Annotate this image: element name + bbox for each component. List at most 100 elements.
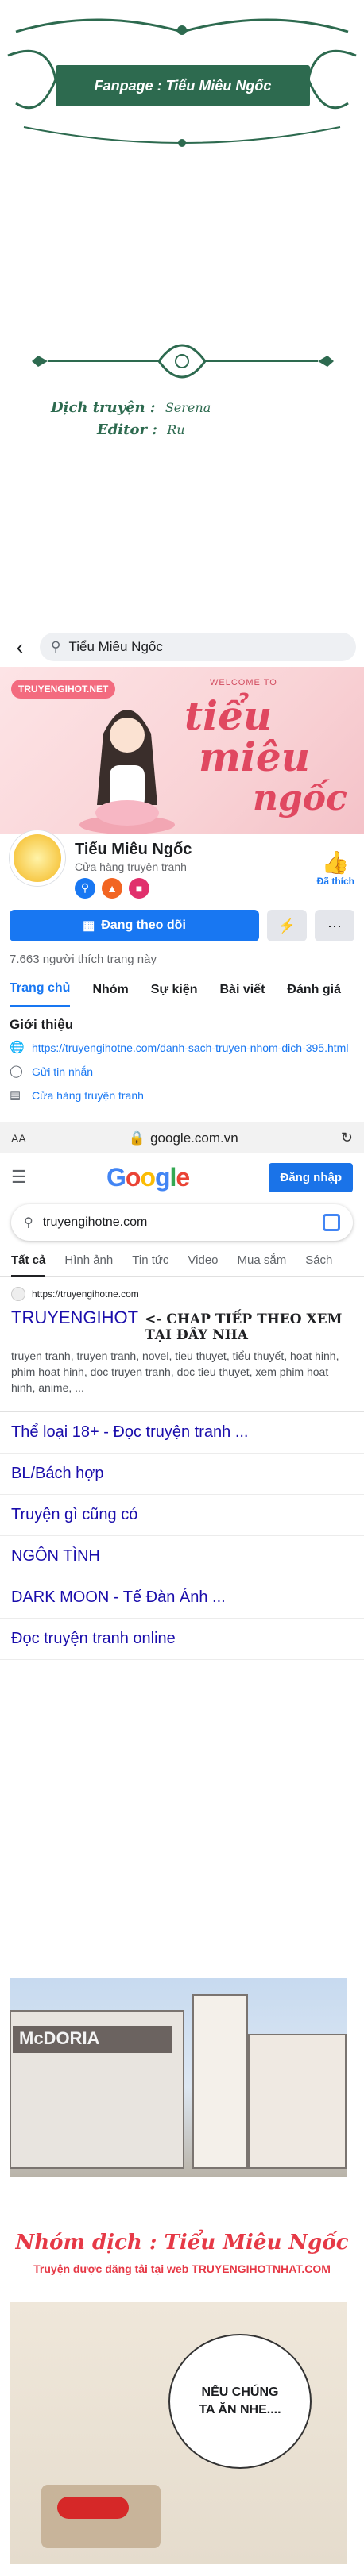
search-badge-icon[interactable]: ⚲: [75, 877, 95, 899]
tab-events[interactable]: Sự kiện: [151, 972, 198, 1007]
editor-signature: Ru: [167, 422, 185, 437]
group-title: Nhóm dịch : Tiểu Miêu Ngốc: [15, 2231, 349, 2254]
result-url: https://truyengihotne.com: [32, 1288, 139, 1300]
store-sign: McDORIA: [13, 2026, 172, 2053]
shop-icon: ▤: [10, 1088, 21, 1102]
fanpage-title: Fanpage : Tiểu Miêu Ngốc: [94, 77, 272, 94]
translator-label: Dịch truyện :: [51, 399, 156, 416]
sitelink[interactable]: Thể loại 18+ - Đọc truyện tranh ...: [0, 1412, 364, 1454]
url-display[interactable]: 🔒 google.com.vn: [129, 1130, 238, 1146]
result-title[interactable]: TRUYENGIHOT: [11, 1307, 138, 1328]
speech-bubble: NẾU CHÚNG TA ĂN NHE....: [168, 2334, 312, 2469]
building: [192, 1994, 248, 2169]
cover-title-2: miêu: [199, 734, 311, 780]
sitelink[interactable]: Truyện gì cũng có: [0, 1495, 364, 1536]
group-subtitle: Truyện được đăng tải tại web TRUYENGIHOT…: [33, 2262, 331, 2275]
facebook-page-screenshot: ‹ ⚲ Tiểu Miêu Ngốc TRUYENGIHOT.NET WELCO…: [0, 627, 364, 1660]
more-icon: ···: [327, 917, 342, 934]
intro-message-row[interactable]: ◯ Gửi tin nhắn: [10, 1065, 354, 1079]
result-snippet: truyen tranh, truyen tranh, novel, tieu …: [11, 1350, 339, 1394]
login-button[interactable]: Đăng nhập: [269, 1162, 353, 1192]
search-icon: ⚲: [24, 1216, 33, 1230]
intro-section: Giới thiệu 🌐 https://truyengihotne.com/d…: [0, 1007, 364, 1122]
tab-groups[interactable]: Nhóm: [92, 972, 128, 1007]
tab-shopping[interactable]: Mua sắm: [238, 1253, 287, 1276]
tab-videos[interactable]: Video: [188, 1253, 218, 1276]
intro-message-link[interactable]: Gửi tin nhắn: [32, 1065, 93, 1079]
sitelink[interactable]: BL/Bách hợp: [0, 1454, 364, 1495]
text-size-button[interactable]: AA: [11, 1132, 26, 1145]
cover-photo: TRUYENGIHOT.NET WELCOME TO tiểu miêu ngố…: [0, 667, 364, 834]
fanpage-banner: Fanpage : Tiểu Miêu Ngốc: [56, 65, 310, 106]
sitelinks: Thể loại 18+ - Đọc truyện tranh ... BL/B…: [0, 1411, 364, 1660]
search-icon: ⚲: [51, 639, 61, 654]
tab-reviews[interactable]: Đánh giá: [287, 972, 341, 1007]
tab-images[interactable]: Hình ảnh: [64, 1253, 113, 1276]
fb-tabs: Trang chủ Nhóm Sự kiện Bài viết Đánh giá: [0, 972, 364, 1007]
url-text: google.com.vn: [150, 1130, 238, 1146]
editor-label: Editor :: [97, 422, 157, 438]
credits: Dịch truyện : Serena Editor : Ru: [51, 397, 258, 441]
back-arrow-icon[interactable]: ‹: [8, 635, 32, 660]
intro-category-row[interactable]: ▤ Cửa hàng truyện tranh: [10, 1088, 354, 1103]
tab-all[interactable]: Tất cả: [11, 1253, 46, 1277]
result-title-row[interactable]: TRUYENGIHOT <- CHAP TIẾP THEO XEM TẠI ĐÂ…: [11, 1307, 353, 1343]
food-package: [57, 2497, 129, 2519]
fb-search-box[interactable]: ⚲ Tiểu Miêu Ngốc: [40, 633, 356, 661]
lock-icon: 🔒: [128, 1130, 146, 1146]
avatar[interactable]: [10, 830, 65, 886]
translator-credit: Dịch truyện : Serena: [51, 397, 258, 419]
cover-title-3: ngốc: [253, 778, 347, 818]
manga-panel-dialogue: NẾU CHÚNG TA ĂN NHE....: [10, 2302, 347, 2564]
cover-title-1: tiểu: [184, 692, 273, 739]
favicon-icon: [11, 1287, 25, 1301]
translator-signature: Serena: [165, 400, 211, 415]
following-icon: ▦: [83, 919, 95, 933]
manga-panel-storefront: McDORIA: [10, 1978, 347, 2177]
page-category: Cửa hàng truyện tranh: [75, 860, 187, 873]
reload-icon[interactable]: ↻: [341, 1130, 353, 1146]
google-logo: Google: [106, 1162, 190, 1192]
building: [248, 2034, 347, 2169]
sitelink[interactable]: DARK MOON - Tế Đàn Ánh ...: [0, 1577, 364, 1619]
sitelink[interactable]: Đọc truyện tranh online: [0, 1619, 364, 1660]
google-query: truyengihotne.com: [42, 1215, 148, 1229]
speech-text: NẾU CHÚNG TA ĂN NHE....: [199, 2385, 281, 2416]
tab-home[interactable]: Trang chủ: [10, 972, 71, 1007]
page-badges: ⚲ ▲ ■: [75, 877, 192, 899]
intro-category-link[interactable]: Cửa hàng truyện tranh: [32, 1088, 144, 1103]
search-result: https://truyengihotne.com TRUYENGIHOT <-…: [0, 1277, 364, 1405]
liked-button[interactable]: 👍 Đã thích: [317, 849, 354, 887]
sitelink[interactable]: NGÔN TÌNH: [0, 1536, 364, 1577]
messenger-button[interactable]: ⚡: [267, 910, 307, 941]
likes-count: 7.663 người thích trang này: [10, 953, 157, 966]
google-lens-icon[interactable]: [323, 1214, 340, 1231]
editor-credit: Editor : Ru: [51, 419, 258, 441]
gift-badge-icon[interactable]: ■: [129, 877, 149, 899]
google-header: ☰ Google Đăng nhập: [0, 1153, 364, 1201]
fb-search-query: Tiểu Miêu Ngốc: [68, 639, 163, 654]
tab-news[interactable]: Tin tức: [132, 1253, 168, 1276]
globe-icon: 🌐: [10, 1041, 25, 1054]
intro-website-row[interactable]: 🌐 https://truyengihotne.com/danh-sach-tr…: [10, 1041, 354, 1055]
cover-illustration: [79, 710, 175, 834]
following-button[interactable]: ▦ Đang theo dõi: [10, 910, 259, 941]
hamburger-menu-icon[interactable]: ☰: [11, 1167, 27, 1188]
google-search-input[interactable]: ⚲ truyengihotne.com: [11, 1204, 353, 1241]
page-name: Tiểu Miêu Ngốc: [75, 840, 192, 858]
messenger-icon: ⚡: [277, 917, 296, 934]
intro-website-link[interactable]: https://truyengihotne.com/danh-sach-truy…: [32, 1041, 348, 1055]
thumbs-up-icon: 👍: [321, 850, 350, 875]
result-site[interactable]: https://truyengihotne.com: [11, 1287, 353, 1301]
fb-topbar: ‹ ⚲ Tiểu Miêu Ngốc: [0, 627, 364, 667]
fire-badge-icon[interactable]: ▲: [102, 877, 122, 899]
cover-welcome: WELCOME TO: [210, 678, 277, 687]
fb-actions: ▦ Đang theo dõi ⚡ ···: [0, 905, 364, 946]
tab-books[interactable]: Sách: [305, 1253, 332, 1276]
intro-heading: Giới thiệu: [10, 1017, 74, 1032]
tab-posts[interactable]: Bài viết: [220, 972, 265, 1007]
page-info: Tiểu Miêu Ngốc Cửa hàng truyện tranh ⚲ ▲…: [0, 830, 364, 905]
more-button[interactable]: ···: [315, 910, 354, 941]
google-tabs: Tất cả Hình ảnh Tin tức Video Mua sắm Sá…: [0, 1244, 364, 1277]
browser-url-bar: AA 🔒 google.com.vn ↻: [0, 1122, 364, 1153]
